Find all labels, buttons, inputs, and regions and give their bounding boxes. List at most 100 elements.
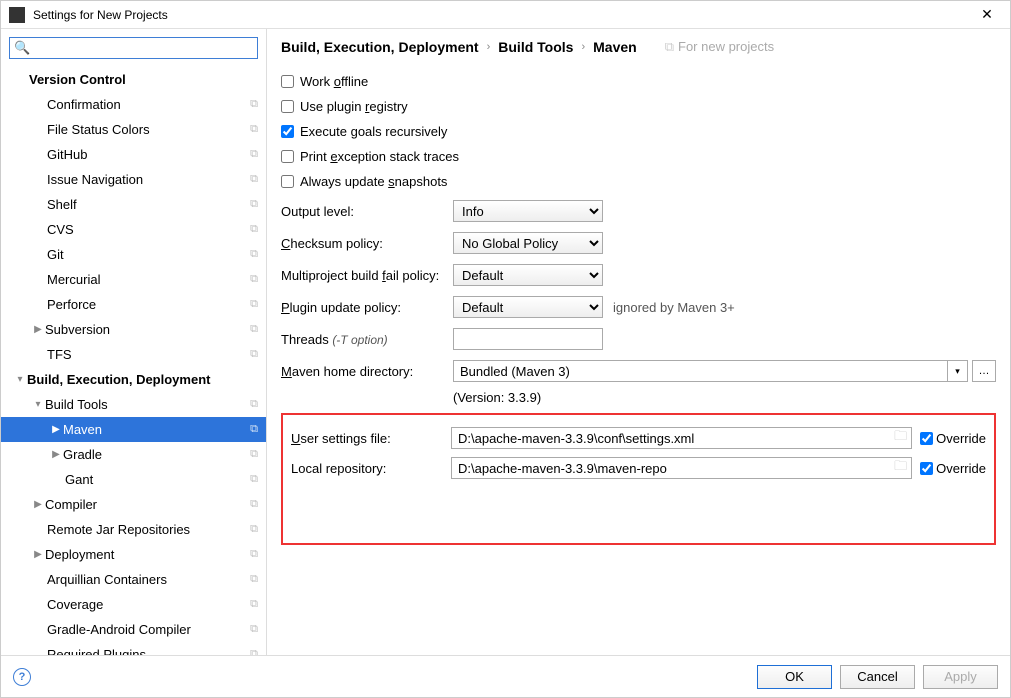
main-panel: Build, Execution, Deployment › Build Too… bbox=[267, 29, 1010, 655]
label-plugin-update: Plugin update policy: bbox=[281, 300, 453, 315]
label-execute-goals: Execute goals recursively bbox=[300, 124, 447, 139]
chevron-right-icon: › bbox=[487, 41, 491, 53]
tree-gradle-android[interactable]: Gradle-Android Compiler⧉ bbox=[1, 617, 266, 642]
check-print-exception-row: Print exception stack traces bbox=[281, 144, 996, 169]
chevron-right-icon: ▶ bbox=[49, 424, 63, 435]
tree-remote-jar[interactable]: Remote Jar Repositories⧉ bbox=[1, 517, 266, 542]
maven-form: Work offline Use plugin registry Execute… bbox=[281, 69, 996, 655]
chevron-right-icon: ▶ bbox=[49, 449, 63, 460]
tree-compiler[interactable]: ▶Compiler⧉ bbox=[1, 492, 266, 517]
tree-mercurial[interactable]: Mercurial⧉ bbox=[1, 267, 266, 292]
input-local-repo[interactable]: D:\apache-maven-3.3.9\maven-repo 🗀 bbox=[451, 457, 912, 479]
sidebar: 🔍 Version Control Confirmation⧉ File Sta… bbox=[1, 29, 267, 655]
select-checksum-policy[interactable]: No Global Policy bbox=[453, 232, 603, 254]
folder-icon[interactable]: 🗀 bbox=[894, 427, 907, 449]
copy-icon: ⧉ bbox=[250, 498, 258, 511]
search-icon: 🔍 bbox=[14, 40, 30, 56]
window-title: Settings for New Projects bbox=[33, 8, 972, 22]
cancel-button[interactable]: Cancel bbox=[840, 665, 915, 689]
tree-coverage[interactable]: Coverage⧉ bbox=[1, 592, 266, 617]
note-plugin-update: ignored by Maven 3+ bbox=[613, 300, 735, 315]
tree-tfs[interactable]: TFS⧉ bbox=[1, 342, 266, 367]
tree-required-plugins[interactable]: Required Plugins⧉ bbox=[1, 642, 266, 655]
row-threads: Threads (-T option) bbox=[281, 324, 996, 354]
browse-maven-home-button[interactable]: … bbox=[972, 360, 996, 382]
tree-git[interactable]: Git⧉ bbox=[1, 242, 266, 267]
folder-icon[interactable]: 🗀 bbox=[894, 457, 907, 479]
copy-icon: ⧉ bbox=[250, 148, 258, 161]
tree-gant[interactable]: Gant⧉ bbox=[1, 467, 266, 492]
row-local-repo: Local repository: D:\apache-maven-3.3.9\… bbox=[291, 453, 986, 483]
check-execute-goals[interactable] bbox=[281, 125, 294, 138]
breadcrumb: Build, Execution, Deployment › Build Too… bbox=[281, 39, 996, 55]
label-output-level: Output level: bbox=[281, 204, 453, 219]
chevron-down-icon[interactable]: ▾ bbox=[948, 360, 968, 382]
search-input[interactable] bbox=[34, 41, 253, 56]
close-icon[interactable]: ✕ bbox=[972, 6, 1002, 23]
check-work-offline[interactable] bbox=[281, 75, 294, 88]
tree-file-status-colors[interactable]: File Status Colors⧉ bbox=[1, 117, 266, 142]
copy-icon: ⧉ bbox=[250, 573, 258, 586]
chevron-down-icon: ▾ bbox=[13, 374, 27, 385]
input-threads[interactable] bbox=[453, 328, 603, 350]
tree-build-execution-deployment[interactable]: ▾Build, Execution, Deployment bbox=[1, 367, 266, 392]
label-user-settings: User settings file: bbox=[291, 431, 451, 446]
tree-perforce[interactable]: Perforce⧉ bbox=[1, 292, 266, 317]
combo-maven-home[interactable]: Bundled (Maven 3) bbox=[453, 360, 948, 382]
row-user-settings: User settings file: D:\apache-maven-3.3.… bbox=[291, 423, 986, 453]
title-bar: Settings for New Projects ✕ bbox=[1, 1, 1010, 29]
crumb-maven: Maven bbox=[593, 39, 637, 55]
tree-issue-navigation[interactable]: Issue Navigation⧉ bbox=[1, 167, 266, 192]
tree-shelf[interactable]: Shelf⧉ bbox=[1, 192, 266, 217]
tree-confirmation[interactable]: Confirmation⧉ bbox=[1, 92, 266, 117]
tree-subversion[interactable]: ▶Subversion⧉ bbox=[1, 317, 266, 342]
check-plugin-registry[interactable] bbox=[281, 100, 294, 113]
label-threads: Threads (-T option) bbox=[281, 332, 453, 347]
label-print-exception: Print exception stack traces bbox=[300, 149, 459, 164]
select-output-level[interactable]: Info bbox=[453, 200, 603, 222]
check-override-local-repo[interactable] bbox=[920, 462, 933, 475]
chevron-right-icon: ▶ bbox=[31, 499, 45, 510]
copy-icon: ⧉ bbox=[250, 198, 258, 211]
tree-arquillian[interactable]: Arquillian Containers⧉ bbox=[1, 567, 266, 592]
label-work-offline: Work offline bbox=[300, 74, 368, 89]
row-output-level: Output level: Info bbox=[281, 196, 996, 226]
copy-icon: ⧉ bbox=[250, 398, 258, 411]
maven-version: (Version: 3.3.9) bbox=[281, 390, 996, 405]
copy-icon: ⧉ bbox=[250, 273, 258, 286]
check-execute-goals-row: Execute goals recursively bbox=[281, 119, 996, 144]
tree-github[interactable]: GitHub⧉ bbox=[1, 142, 266, 167]
copy-icon: ⧉ bbox=[250, 523, 258, 536]
check-always-update-row: Always update snapshots bbox=[281, 169, 996, 194]
label-multiproject: Multiproject build fail policy: bbox=[281, 268, 453, 283]
tree-version-control[interactable]: Version Control bbox=[1, 67, 266, 92]
footer: ? OK Cancel Apply bbox=[1, 655, 1010, 697]
tree-maven[interactable]: ▶Maven⧉ bbox=[1, 417, 266, 442]
content: 🔍 Version Control Confirmation⧉ File Sta… bbox=[1, 29, 1010, 655]
chevron-down-icon: ▾ bbox=[31, 399, 45, 410]
help-icon[interactable]: ? bbox=[13, 668, 31, 686]
search-box[interactable]: 🔍 bbox=[9, 37, 258, 59]
select-plugin-update[interactable]: Default bbox=[453, 296, 603, 318]
check-override-user-settings[interactable] bbox=[920, 432, 933, 445]
select-multiproject[interactable]: Default bbox=[453, 264, 603, 286]
copy-icon: ⧉ bbox=[250, 323, 258, 336]
tree-gradle[interactable]: ▶Gradle⧉ bbox=[1, 442, 266, 467]
copy-icon: ⧉ bbox=[250, 648, 258, 655]
tree-build-tools[interactable]: ▾Build Tools⧉ bbox=[1, 392, 266, 417]
copy-icon: ⧉ bbox=[250, 598, 258, 611]
copy-icon: ⧉ bbox=[250, 123, 258, 136]
check-override-local-repo-label: Override bbox=[920, 461, 986, 476]
copy-icon: ⧉ bbox=[250, 223, 258, 236]
tree-deployment[interactable]: ▶Deployment⧉ bbox=[1, 542, 266, 567]
tree-cvs[interactable]: CVS⧉ bbox=[1, 217, 266, 242]
check-always-update[interactable] bbox=[281, 175, 294, 188]
check-print-exception[interactable] bbox=[281, 150, 294, 163]
crumb-build-tools: Build Tools bbox=[498, 39, 573, 55]
label-always-update: Always update snapshots bbox=[300, 174, 447, 189]
ok-button[interactable]: OK bbox=[757, 665, 832, 689]
for-new-projects-hint: ⧉For new projects bbox=[665, 39, 774, 55]
input-user-settings[interactable]: D:\apache-maven-3.3.9\conf\settings.xml … bbox=[451, 427, 912, 449]
copy-icon: ⧉ bbox=[250, 173, 258, 186]
apply-button[interactable]: Apply bbox=[923, 665, 998, 689]
